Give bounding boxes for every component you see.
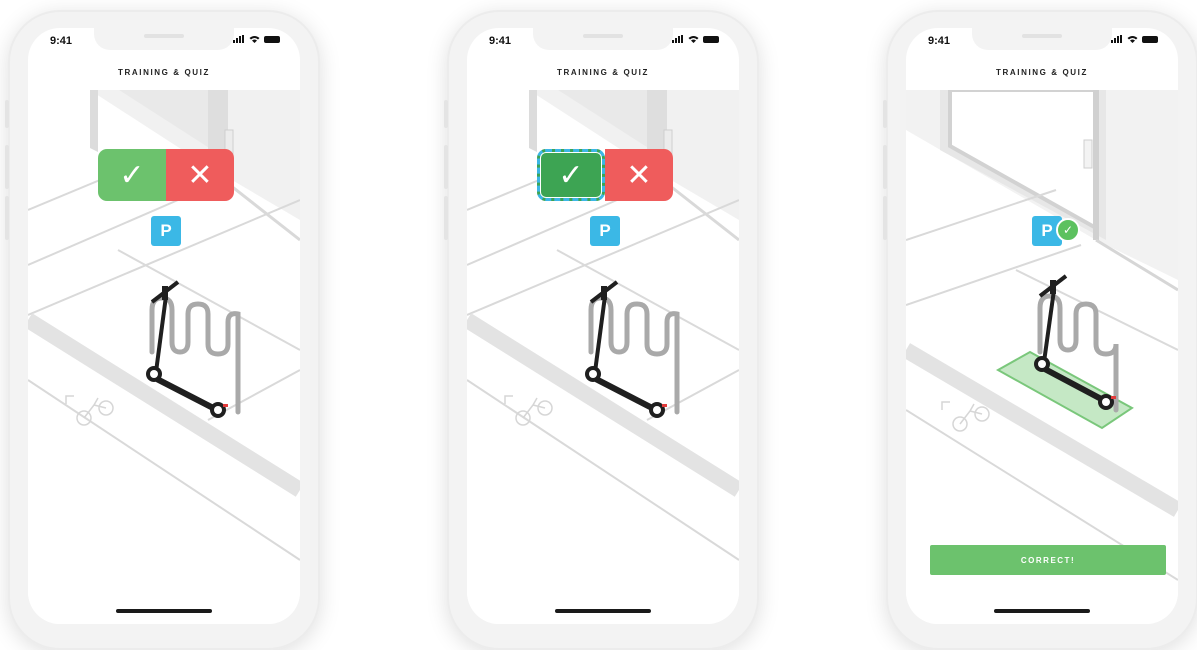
status-icons — [672, 35, 719, 43]
side-button — [883, 100, 887, 128]
quiz-answer-buttons: ✓ ✕ — [537, 149, 673, 201]
accept-button[interactable]: ✓ — [98, 149, 166, 201]
battery-icon — [264, 35, 280, 43]
side-button — [883, 196, 887, 240]
checkmark-icon: ✓ — [558, 158, 584, 192]
status-time: 9:41 — [50, 35, 73, 47]
reject-button[interactable]: ✕ — [605, 149, 673, 201]
x-icon: ✕ — [626, 158, 652, 192]
signal-icon — [672, 35, 683, 43]
home-indicator — [555, 609, 651, 613]
parking-badge: P — [590, 216, 620, 246]
screen-1: 9:41 TRAINING & QUIZ ✓ ✕ P — [28, 28, 300, 624]
street-scene-illustration-zoomed — [906, 90, 1178, 581]
notch — [94, 28, 234, 50]
wifi-icon — [1127, 35, 1138, 43]
notch — [533, 28, 673, 50]
side-button — [883, 145, 887, 189]
quiz-answer-buttons: ✓ ✕ — [98, 149, 234, 201]
page-title: TRAINING & QUIZ — [996, 68, 1088, 77]
notch — [972, 28, 1112, 50]
parking-badge: P — [151, 216, 181, 246]
battery-icon — [703, 35, 719, 43]
side-button — [444, 145, 448, 189]
wifi-icon — [688, 35, 699, 43]
status-icons — [233, 35, 280, 43]
side-button — [5, 196, 9, 240]
home-indicator — [116, 609, 212, 613]
checkmark-icon: ✓ — [119, 158, 145, 192]
signal-icon — [1111, 35, 1122, 43]
status-time: 9:41 — [928, 35, 951, 47]
check-circle-icon: ✓ — [1056, 218, 1080, 242]
status-icons — [1111, 35, 1158, 43]
phone-frame-3: 9:41 TRAINING & QUIZ P ✓ CORRECT! — [883, 10, 1197, 650]
home-indicator — [994, 609, 1090, 613]
wifi-icon — [249, 35, 260, 43]
screen-2: 9:41 TRAINING & QUIZ ✓ ✕ P — [467, 28, 739, 624]
accept-button-selected[interactable]: ✓ — [537, 149, 605, 201]
signal-icon — [233, 35, 244, 43]
illustration-scene — [906, 90, 1178, 624]
battery-icon — [1142, 35, 1158, 43]
side-button — [5, 100, 9, 128]
page-title: TRAINING & QUIZ — [118, 68, 210, 77]
side-button — [444, 196, 448, 240]
side-button — [5, 145, 9, 189]
phone-frame-1: 9:41 TRAINING & QUIZ ✓ ✕ P — [5, 10, 320, 650]
side-button — [444, 100, 448, 128]
x-icon: ✕ — [187, 158, 213, 192]
screen-3: 9:41 TRAINING & QUIZ P ✓ CORRECT! — [906, 28, 1178, 624]
phone-frame-2: 9:41 TRAINING & QUIZ ✓ ✕ P — [444, 10, 759, 650]
correct-button[interactable]: CORRECT! — [930, 545, 1166, 575]
status-time: 9:41 — [489, 35, 512, 47]
reject-button[interactable]: ✕ — [166, 149, 234, 201]
page-title: TRAINING & QUIZ — [557, 68, 649, 77]
